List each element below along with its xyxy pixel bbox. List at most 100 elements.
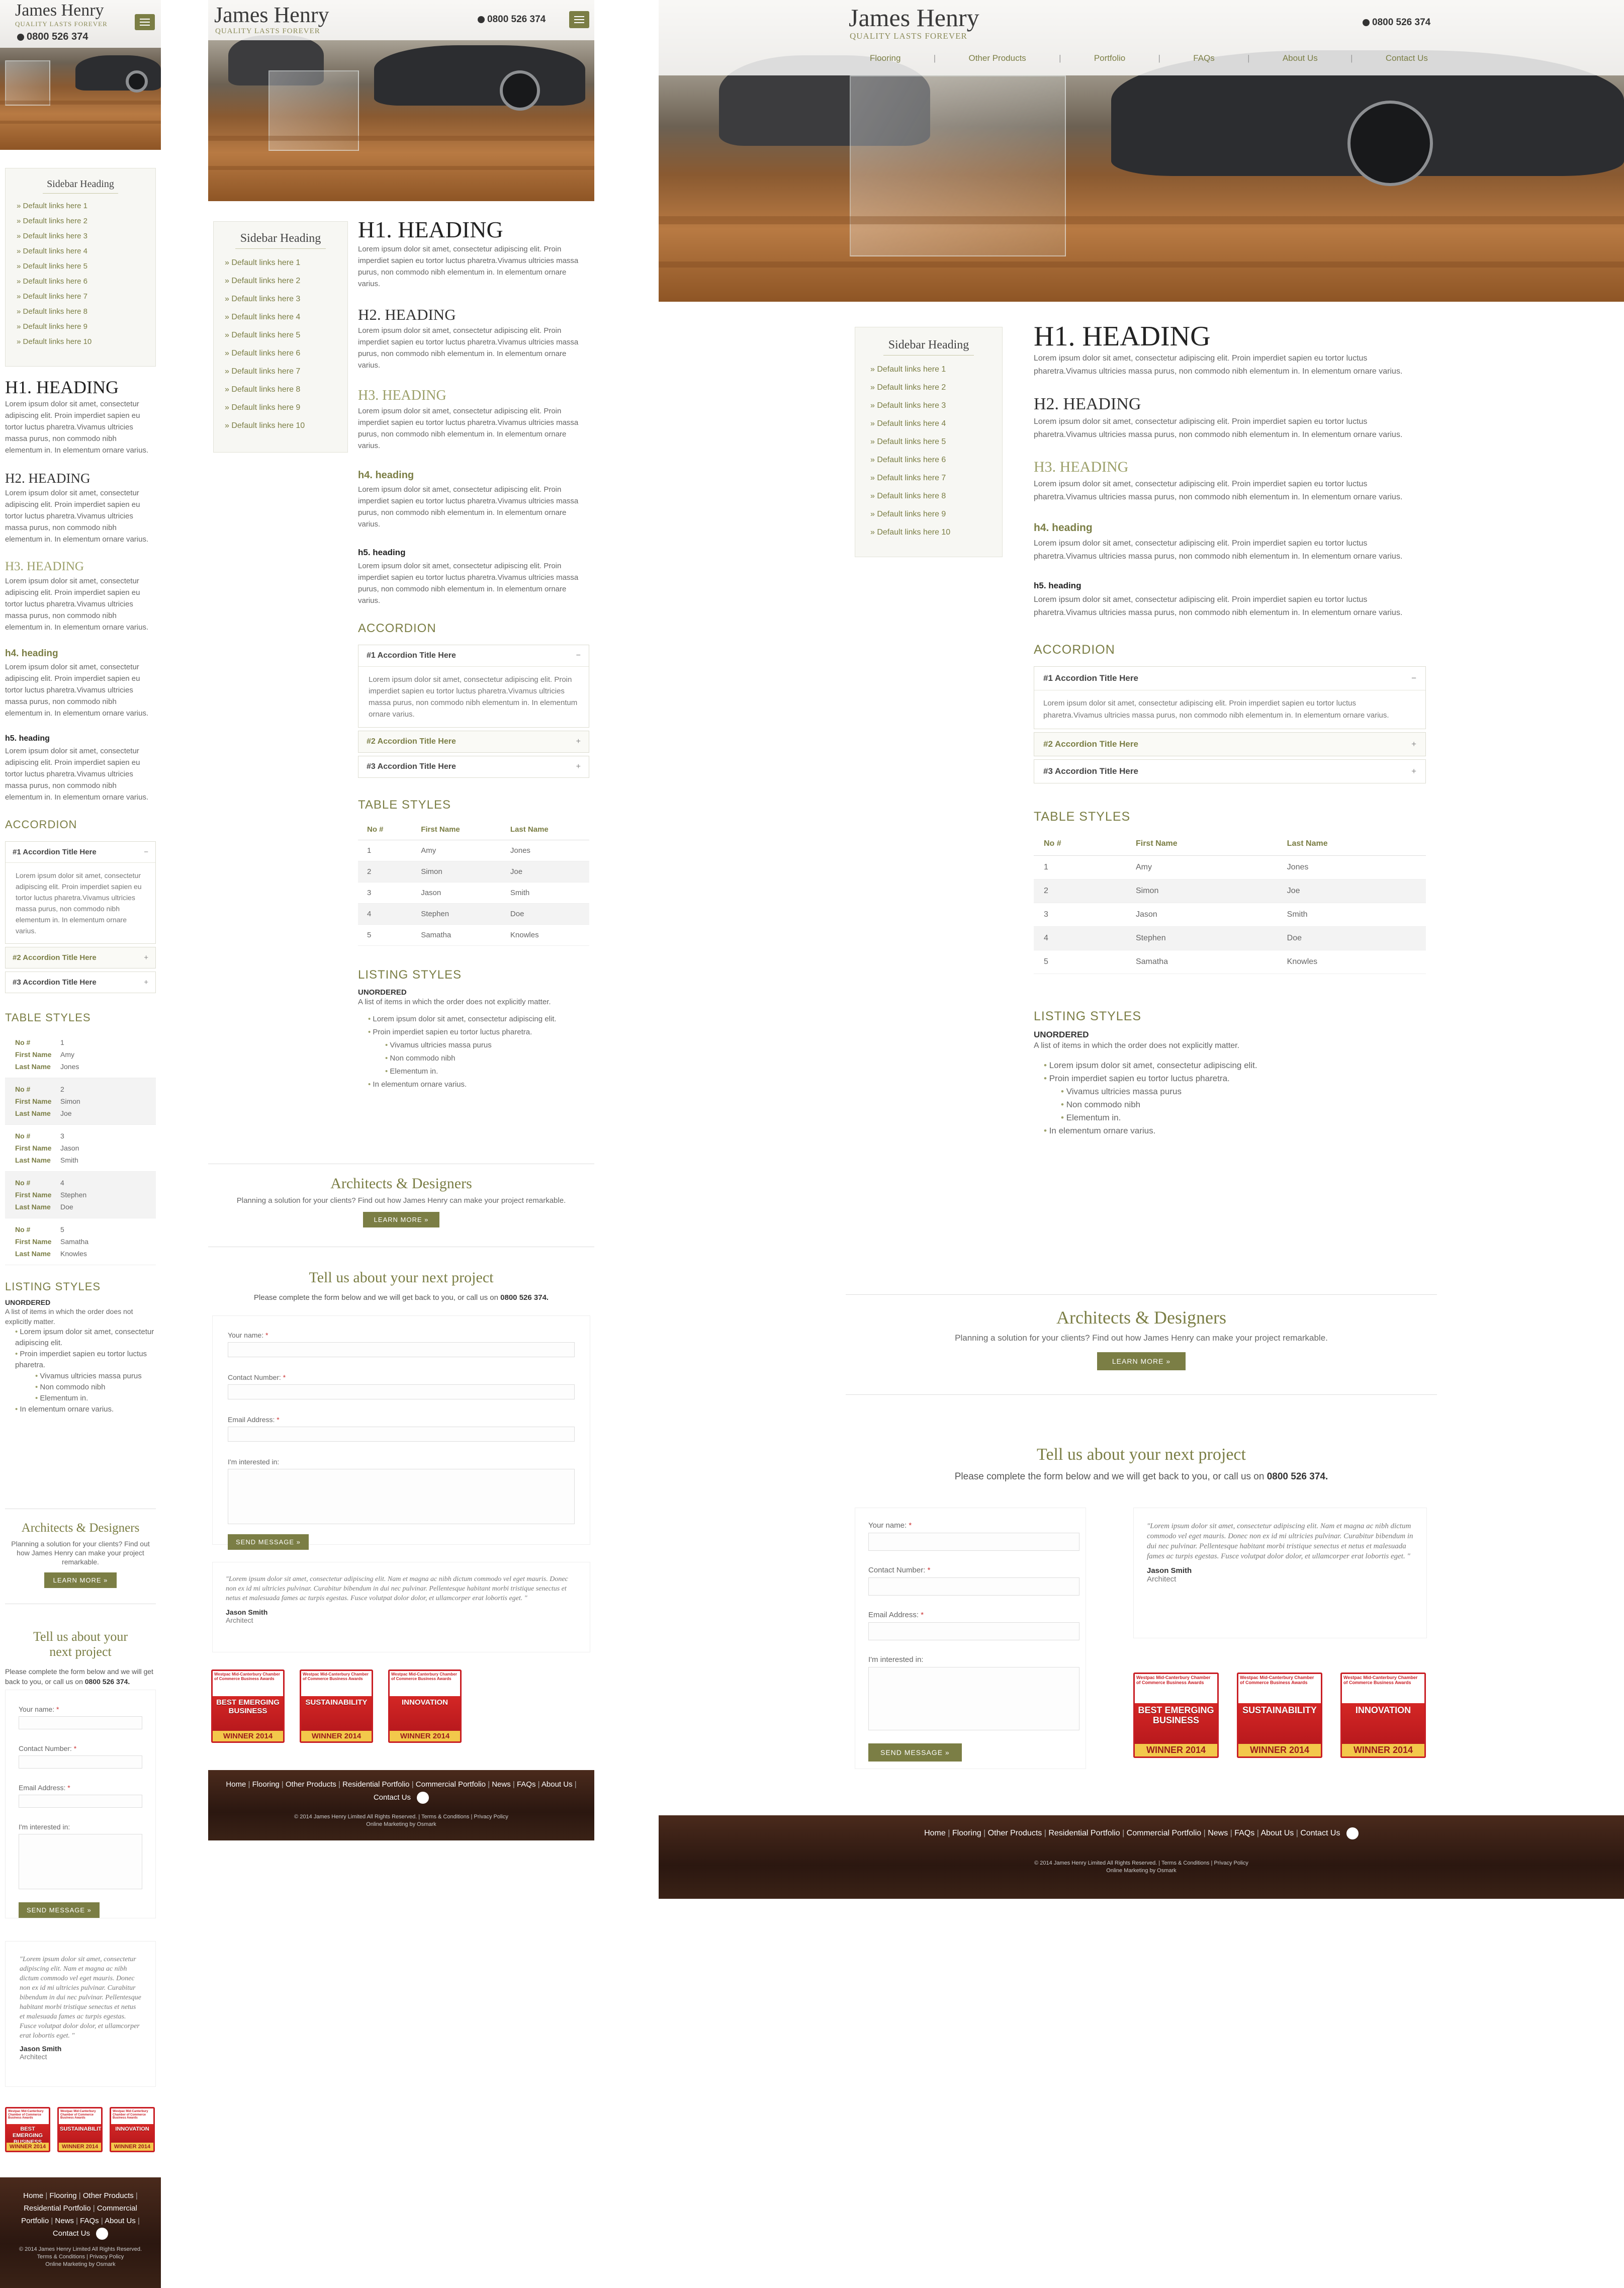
- name-field[interactable]: [228, 1342, 575, 1357]
- accordion-header-3[interactable]: #3 Accordion Title Here +: [1034, 760, 1425, 783]
- facebook-icon[interactable]: f: [96, 2228, 109, 2240]
- sidebar-link[interactable]: Default links here 9: [225, 399, 336, 417]
- footer-link[interactable]: FAQs: [1234, 1829, 1254, 1837]
- footer-link[interactable]: About Us: [1260, 1829, 1294, 1837]
- sidebar-link[interactable]: Default links here 4: [17, 244, 144, 259]
- phone-number[interactable]: 0800 526 374: [1363, 17, 1430, 28]
- footer-link[interactable]: Commercial Portfolio: [1127, 1829, 1201, 1837]
- accordion-header-1[interactable]: #1 Accordion Title Here −: [6, 842, 155, 862]
- credit[interactable]: Online Marketing by Osmark: [669, 1867, 1614, 1875]
- sidebar-link[interactable]: Default links here 7: [870, 469, 987, 487]
- nav-item[interactable]: Contact Us: [1386, 53, 1428, 63]
- footer-link[interactable]: News: [55, 2217, 74, 2225]
- footer-link[interactable]: Flooring: [252, 1780, 280, 1789]
- footer-link[interactable]: Residential Portfolio: [24, 2204, 91, 2213]
- sidebar-link[interactable]: Default links here 3: [870, 397, 987, 415]
- terms-link[interactable]: Terms & Conditions: [37, 2254, 85, 2260]
- privacy-link[interactable]: Privacy Policy: [89, 2254, 124, 2260]
- contact-phone[interactable]: 0800 526 374.: [85, 1678, 130, 1686]
- footer-link[interactable]: FAQs: [80, 2217, 99, 2225]
- accordion-header-2[interactable]: #2 Accordion Title Here +: [1034, 733, 1425, 756]
- sidebar-link[interactable]: Default links here 7: [225, 363, 336, 381]
- nav-item[interactable]: Flooring: [870, 53, 900, 63]
- facebook-icon[interactable]: f: [417, 1792, 429, 1804]
- send-message-button[interactable]: SEND MESSAGE »: [19, 1902, 100, 1918]
- email-field[interactable]: [868, 1622, 1079, 1640]
- email-field[interactable]: [228, 1427, 575, 1442]
- logo[interactable]: James Henry: [15, 1, 104, 20]
- footer-link[interactable]: Flooring: [49, 2191, 76, 2200]
- sidebar-link[interactable]: Default links here 6: [870, 451, 987, 469]
- number-field[interactable]: [19, 1755, 142, 1769]
- interest-textarea[interactable]: [19, 1834, 142, 1889]
- privacy-link[interactable]: Privacy Policy: [474, 1814, 508, 1820]
- sidebar-link[interactable]: Default links here 6: [225, 344, 336, 363]
- footer-link[interactable]: Commercial Portfolio: [416, 1780, 486, 1789]
- learn-more-button[interactable]: LEARN MORE »: [363, 1212, 440, 1227]
- phone-number[interactable]: 0800 526 374: [478, 14, 546, 25]
- name-field[interactable]: [868, 1533, 1079, 1551]
- sidebar-link[interactable]: Default links here 1: [870, 361, 987, 379]
- sidebar-link[interactable]: Default links here 8: [870, 487, 987, 505]
- nav-item[interactable]: Other Products: [968, 53, 1026, 63]
- sidebar-link[interactable]: Default links here 10: [225, 417, 336, 435]
- sidebar-link[interactable]: Default links here 7: [17, 289, 144, 304]
- terms-link[interactable]: Terms & Conditions: [1161, 1860, 1209, 1866]
- footer-link[interactable]: News: [492, 1780, 511, 1789]
- name-field[interactable]: [19, 1716, 142, 1729]
- sidebar-link[interactable]: Default links here 5: [870, 433, 987, 451]
- number-field[interactable]: [868, 1577, 1079, 1596]
- sidebar-link[interactable]: Default links here 5: [17, 259, 144, 274]
- contact-phone[interactable]: 0800 526 374.: [1267, 1471, 1328, 1482]
- terms-link[interactable]: Terms & Conditions: [421, 1814, 469, 1820]
- send-message-button[interactable]: SEND MESSAGE »: [868, 1743, 962, 1762]
- footer-link[interactable]: Home: [23, 2191, 43, 2200]
- facebook-icon[interactable]: f: [1346, 1827, 1359, 1839]
- accordion-header-3[interactable]: #3 Accordion Title Here +: [358, 756, 589, 777]
- footer-link[interactable]: Other Products: [83, 2191, 134, 2200]
- menu-toggle-button[interactable]: [569, 11, 589, 28]
- credit[interactable]: Online Marketing by Osmark: [218, 1821, 584, 1828]
- footer-link[interactable]: Other Products: [988, 1829, 1042, 1837]
- interest-textarea[interactable]: [868, 1667, 1079, 1730]
- footer-link[interactable]: Residential Portfolio: [1048, 1829, 1120, 1837]
- nav-item[interactable]: Portfolio: [1094, 53, 1125, 63]
- footer-link[interactable]: News: [1208, 1829, 1228, 1837]
- footer-link[interactable]: About Us: [542, 1780, 573, 1789]
- sidebar-link[interactable]: Default links here 2: [17, 214, 144, 229]
- sidebar-link[interactable]: Default links here 10: [17, 334, 144, 349]
- footer-link[interactable]: About Us: [105, 2217, 136, 2225]
- menu-toggle-button[interactable]: [135, 14, 155, 30]
- footer-link[interactable]: Home: [924, 1829, 946, 1837]
- sidebar-link[interactable]: Default links here 5: [225, 326, 336, 344]
- sidebar-link[interactable]: Default links here 9: [870, 505, 987, 523]
- sidebar-link[interactable]: Default links here 4: [870, 415, 987, 433]
- email-field[interactable]: [19, 1795, 142, 1808]
- footer-link[interactable]: Contact Us: [1300, 1829, 1340, 1837]
- sidebar-link[interactable]: Default links here 2: [870, 379, 987, 397]
- sidebar-link[interactable]: Default links here 2: [225, 272, 336, 290]
- sidebar-link[interactable]: Default links here 1: [225, 254, 336, 272]
- footer-link[interactable]: Contact Us: [53, 2229, 90, 2238]
- accordion-header-2[interactable]: #2 Accordion Title Here +: [6, 947, 155, 968]
- sidebar-link[interactable]: Default links here 6: [17, 274, 144, 289]
- interest-textarea[interactable]: [228, 1469, 575, 1524]
- sidebar-link[interactable]: Default links here 9: [17, 319, 144, 334]
- sidebar-link[interactable]: Default links here 1: [17, 199, 144, 214]
- footer-link[interactable]: FAQs: [517, 1780, 536, 1789]
- phone-number[interactable]: 0800 526 374: [17, 31, 88, 43]
- accordion-header-1[interactable]: #1 Accordion Title Here −: [1034, 667, 1425, 690]
- sidebar-link[interactable]: Default links here 8: [17, 304, 144, 319]
- sidebar-link[interactable]: Default links here 8: [225, 381, 336, 399]
- sidebar-link[interactable]: Default links here 4: [225, 308, 336, 326]
- accordion-header-3[interactable]: #3 Accordion Title Here +: [6, 972, 155, 993]
- logo[interactable]: James Henry: [849, 3, 979, 32]
- privacy-link[interactable]: Privacy Policy: [1214, 1860, 1248, 1866]
- accordion-header-2[interactable]: #2 Accordion Title Here +: [358, 731, 589, 752]
- accordion-header-1[interactable]: #1 Accordion Title Here −: [358, 645, 589, 666]
- credit[interactable]: Online Marketing by Osmark: [10, 2261, 151, 2268]
- logo[interactable]: James Henry: [214, 2, 329, 28]
- number-field[interactable]: [228, 1384, 575, 1399]
- footer-link[interactable]: Home: [226, 1780, 246, 1789]
- nav-item[interactable]: About Us: [1283, 53, 1318, 63]
